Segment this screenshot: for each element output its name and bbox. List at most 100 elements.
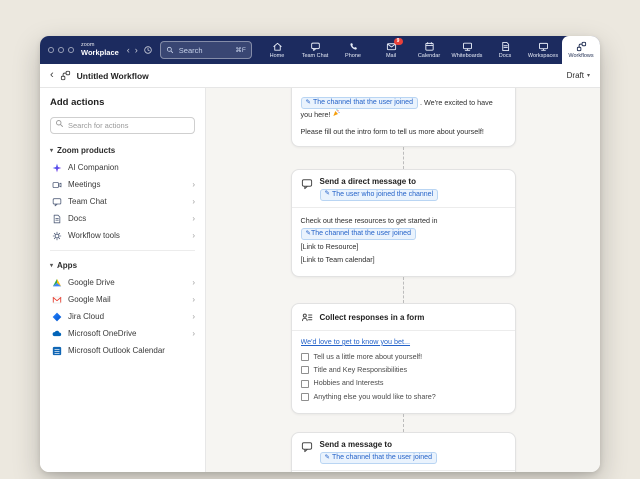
chat-bubble-icon	[301, 440, 313, 464]
page-title: Untitled Workflow	[77, 71, 149, 81]
party-popper-icon	[332, 110, 340, 119]
status-badge: Draft	[567, 71, 584, 80]
pencil-icon: ✎	[325, 191, 330, 198]
window-zoom-button[interactable]	[68, 47, 74, 53]
logo-workplace-text: Workplace	[81, 49, 119, 57]
zoom-workplace-logo: zoom Workplace	[81, 43, 119, 57]
sidebar-item-google-mail[interactable]: Google Mail ›	[50, 291, 195, 308]
sidebar-divider	[50, 250, 195, 251]
workflow-connector	[403, 277, 404, 303]
nav-team-chat[interactable]: Team Chat	[296, 36, 334, 64]
chevron-right-icon: ›	[192, 312, 195, 321]
global-search[interactable]: ⌘F	[160, 41, 252, 59]
caret-down-icon: ▾	[50, 147, 53, 154]
nav-mail[interactable]: 9 Mail	[372, 36, 410, 64]
google-drive-icon	[52, 278, 62, 288]
app-window: zoom Workplace ‹ › ⌘F Home Team Chat	[40, 36, 600, 472]
primary-nav: Home Team Chat Phone 9 Mail Calendar	[258, 36, 600, 64]
workflow-card-send-direct-message[interactable]: Send a direct message to ✎The user who j…	[291, 169, 516, 277]
window-minimize-button[interactable]	[58, 47, 64, 53]
variable-chip[interactable]: ✎The channel that the user joined	[320, 452, 437, 464]
workflow-canvas: ✎The channel that the user joined . We'r…	[206, 88, 600, 472]
sidebar-item-google-drive[interactable]: Google Drive ›	[50, 274, 195, 291]
history-clock-icon[interactable]	[143, 45, 153, 55]
workspaces-icon	[538, 41, 549, 52]
window-close-button[interactable]	[48, 47, 54, 53]
nav-whiteboards[interactable]: Whiteboards	[448, 36, 486, 64]
workflow-connector	[403, 414, 404, 432]
card-title: Send a message to	[320, 440, 437, 449]
text-field-icon	[301, 380, 309, 388]
variable-chip[interactable]: ✎The channel that the user joined	[301, 228, 416, 240]
form-responses-icon	[301, 311, 313, 324]
chevron-right-icon: ›	[192, 180, 195, 189]
whiteboard-icon	[462, 41, 473, 52]
gear-icon	[52, 231, 62, 241]
section-apps[interactable]: ▾ Apps	[50, 257, 195, 274]
workflow-card-welcome-message[interactable]: ✎The channel that the user joined . We'r…	[291, 88, 516, 147]
draft-status-dropdown[interactable]: Draft ▾	[567, 71, 590, 80]
chevron-right-icon: ›	[192, 231, 195, 240]
sidebar-item-ai-companion[interactable]: AI Companion	[50, 159, 195, 176]
nav-workspaces[interactable]: Workspaces	[524, 36, 562, 64]
workflows-icon	[576, 41, 587, 52]
jira-icon	[52, 312, 62, 322]
actions-sidebar: Add actions ▾ Zoom products AI Companion…	[40, 88, 206, 472]
message-text: Please fill out the intro form to tell u…	[301, 127, 506, 138]
calendar-icon	[424, 41, 435, 52]
sidebar-item-docs[interactable]: Docs ›	[50, 210, 195, 227]
mail-unread-badge: 9	[394, 38, 403, 45]
chevron-down-icon: ▾	[587, 72, 590, 79]
sidebar-item-jira-cloud[interactable]: Jira Cloud ›	[50, 308, 195, 325]
nav-workflows[interactable]: Workflows	[562, 36, 600, 64]
card-title: Send a direct message to	[320, 177, 439, 186]
docs-icon	[52, 214, 62, 224]
gmail-icon	[52, 295, 62, 305]
sidebar-item-microsoft-outlook-calendar[interactable]: Microsoft Outlook Calendar	[50, 342, 195, 359]
form-link[interactable]: We'd love to get to know you bet...	[301, 337, 506, 348]
search-shortcut: ⌘F	[235, 46, 245, 54]
meetings-camera-icon	[52, 180, 62, 190]
back-button[interactable]: ‹	[50, 70, 54, 81]
nav-calendar[interactable]: Calendar	[410, 36, 448, 64]
workflow-connector	[403, 147, 404, 169]
back-nav-icon[interactable]: ‹	[127, 45, 130, 55]
sidebar-heading: Add actions	[50, 97, 195, 108]
workflow-card-collect-responses[interactable]: Collect responses in a form We'd love to…	[291, 303, 516, 414]
search-input[interactable]	[177, 45, 233, 56]
form-question-row: Title and Key Responsibilities	[301, 365, 506, 376]
search-icon	[55, 119, 64, 128]
workflow-glyph-icon	[60, 70, 71, 81]
mail-icon: 9	[386, 41, 397, 52]
sidebar-item-meetings[interactable]: Meetings ›	[50, 176, 195, 193]
link-placeholder: [Link to Resource]	[301, 242, 506, 253]
nav-phone[interactable]: Phone	[334, 36, 372, 64]
sidebar-item-microsoft-onedrive[interactable]: Microsoft OneDrive ›	[50, 325, 195, 342]
text-field-icon	[301, 353, 309, 361]
chevron-right-icon: ›	[192, 214, 195, 223]
nav-home[interactable]: Home	[258, 36, 296, 64]
nav-docs[interactable]: Docs	[486, 36, 524, 64]
workflow-toolbar: ‹ Untitled Workflow Draft ▾	[40, 64, 600, 88]
form-question-row: Hobbies and Interests	[301, 378, 506, 389]
workflow-card-send-message[interactable]: Send a message to ✎The channel that the …	[291, 432, 516, 472]
sidebar-item-team-chat[interactable]: Team Chat ›	[50, 193, 195, 210]
form-question-row: Tell us a little more about yourself!	[301, 352, 506, 363]
pencil-icon: ✎	[306, 100, 311, 107]
caret-down-icon: ▾	[50, 262, 53, 269]
actions-search-input[interactable]	[50, 117, 195, 134]
onedrive-icon	[52, 329, 62, 339]
sidebar-item-workflow-tools[interactable]: Workflow tools ›	[50, 227, 195, 244]
card-title: Collect responses in a form	[320, 313, 425, 322]
team-chat-icon	[52, 197, 62, 207]
section-zoom-products[interactable]: ▾ Zoom products	[50, 142, 195, 159]
window-controls[interactable]	[48, 47, 74, 53]
chevron-right-icon: ›	[192, 197, 195, 206]
forward-nav-icon[interactable]: ›	[135, 45, 138, 55]
pencil-icon: ✎	[325, 455, 330, 462]
link-placeholder: [Link to Team calendar]	[301, 255, 506, 266]
variable-chip[interactable]: ✎The channel that the user joined	[301, 97, 418, 109]
chevron-right-icon: ›	[192, 295, 195, 304]
top-bar: zoom Workplace ‹ › ⌘F Home Team Chat	[40, 36, 600, 64]
variable-chip[interactable]: ✎The user who joined the channel	[320, 189, 439, 201]
